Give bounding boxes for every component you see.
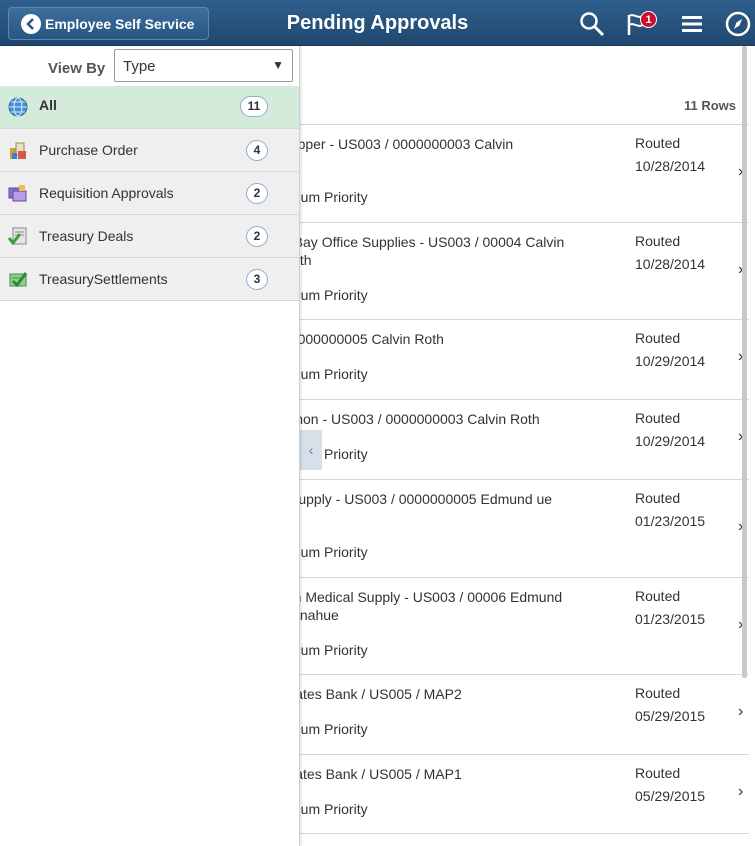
notification-badge: 1 (640, 11, 657, 28)
item-title: l Supply - US003 / 0000000005 Edmund ue (282, 491, 553, 507)
rows-count: 11 Rows (683, 98, 736, 113)
nav-item-treasury-settlements[interactable]: TreasurySettlements 3 (0, 258, 299, 301)
dropdown-arrow-icon: ▼ (272, 58, 284, 72)
back-button-label: Employee Self Service (45, 15, 195, 32)
item-title: um Medical Supply - US003 / 00006 Edmund… (282, 589, 563, 623)
search-icon[interactable] (578, 10, 606, 38)
nav-item-count: 2 (246, 183, 268, 204)
view-by-select[interactable]: Type ▼ (114, 49, 293, 82)
item-title: States Bank / US005 / MAP1 (282, 766, 462, 782)
nav-item-count: 4 (246, 140, 268, 161)
item-date: 01/23/2015 (635, 513, 706, 529)
nav-item-requisition-approvals[interactable]: Requisition Approvals 2 (0, 172, 299, 215)
view-by-value: Type (123, 58, 156, 75)
chevron-right-icon: › (738, 703, 744, 720)
item-date: 10/28/2014 (635, 158, 706, 174)
item-title: / 0000000005 Calvin Roth (282, 331, 444, 347)
item-date: 05/29/2015 (635, 708, 706, 724)
item-status: Routed (635, 135, 681, 151)
item-title: -Thon - US003 / 0000000003 Calvin Roth (282, 411, 540, 427)
item-status: Routed (635, 588, 681, 604)
navbar-compass-icon[interactable] (724, 10, 752, 38)
nav-item-count: 11 (240, 96, 268, 117)
item-status: Routed (635, 685, 681, 701)
nav-item-treasury-deals[interactable]: Treasury Deals 2 (0, 215, 299, 258)
item-status: Routed (635, 330, 681, 346)
item-status: Routed (635, 233, 681, 249)
nav-item-label: TreasurySettlements (39, 271, 168, 287)
chevron-right-icon: › (738, 783, 744, 800)
purchase-order-icon (7, 139, 29, 161)
treasury-settlements-icon (7, 268, 29, 290)
nav-item-label: Requisition Approvals (39, 185, 174, 201)
nav-item-count: 3 (246, 269, 268, 290)
item-date: 01/23/2015 (635, 611, 706, 627)
view-by-row: View By Type ▼ (0, 46, 300, 86)
back-button[interactable]: Employee Self Service (8, 7, 209, 40)
nav-item-count: 2 (246, 226, 268, 247)
chevron-left-icon (21, 13, 41, 34)
collapse-panel-button[interactable]: ‹ (300, 430, 322, 470)
nav-item-all[interactable]: All 11 (0, 86, 299, 129)
treasury-deals-icon (7, 225, 29, 247)
globe-icon (7, 96, 29, 118)
item-date: 10/28/2014 (635, 256, 706, 272)
item-date: 10/29/2014 (635, 433, 706, 449)
view-by-label: View By (48, 60, 106, 77)
menu-icon[interactable] (678, 10, 706, 38)
item-status: Routed (635, 490, 681, 506)
header-bar: Employee Self Service Pending Approvals … (0, 0, 755, 46)
nav-item-label: Purchase Order (39, 142, 138, 158)
nav-item-label: Treasury Deals (39, 228, 134, 244)
item-title: States Bank / US005 / MAP2 (282, 686, 462, 702)
requisition-icon (7, 182, 29, 204)
item-title: hopper - US003 / 0000000003 Calvin (282, 136, 514, 152)
item-status: Routed (635, 765, 681, 781)
nav-item-label: All (39, 97, 57, 113)
item-status: Routed (635, 410, 681, 426)
nav-item-purchase-order[interactable]: Purchase Order 4 (0, 129, 299, 172)
scrollbar[interactable] (742, 46, 747, 678)
view-by-panel: View By Type ▼ All 11 Purchase Order 4 R… (0, 46, 300, 846)
item-title: n Bay Office Supplies - US003 / 00004 Ca… (282, 234, 565, 268)
item-date: 10/29/2014 (635, 353, 706, 369)
item-date: 05/29/2015 (635, 788, 706, 804)
